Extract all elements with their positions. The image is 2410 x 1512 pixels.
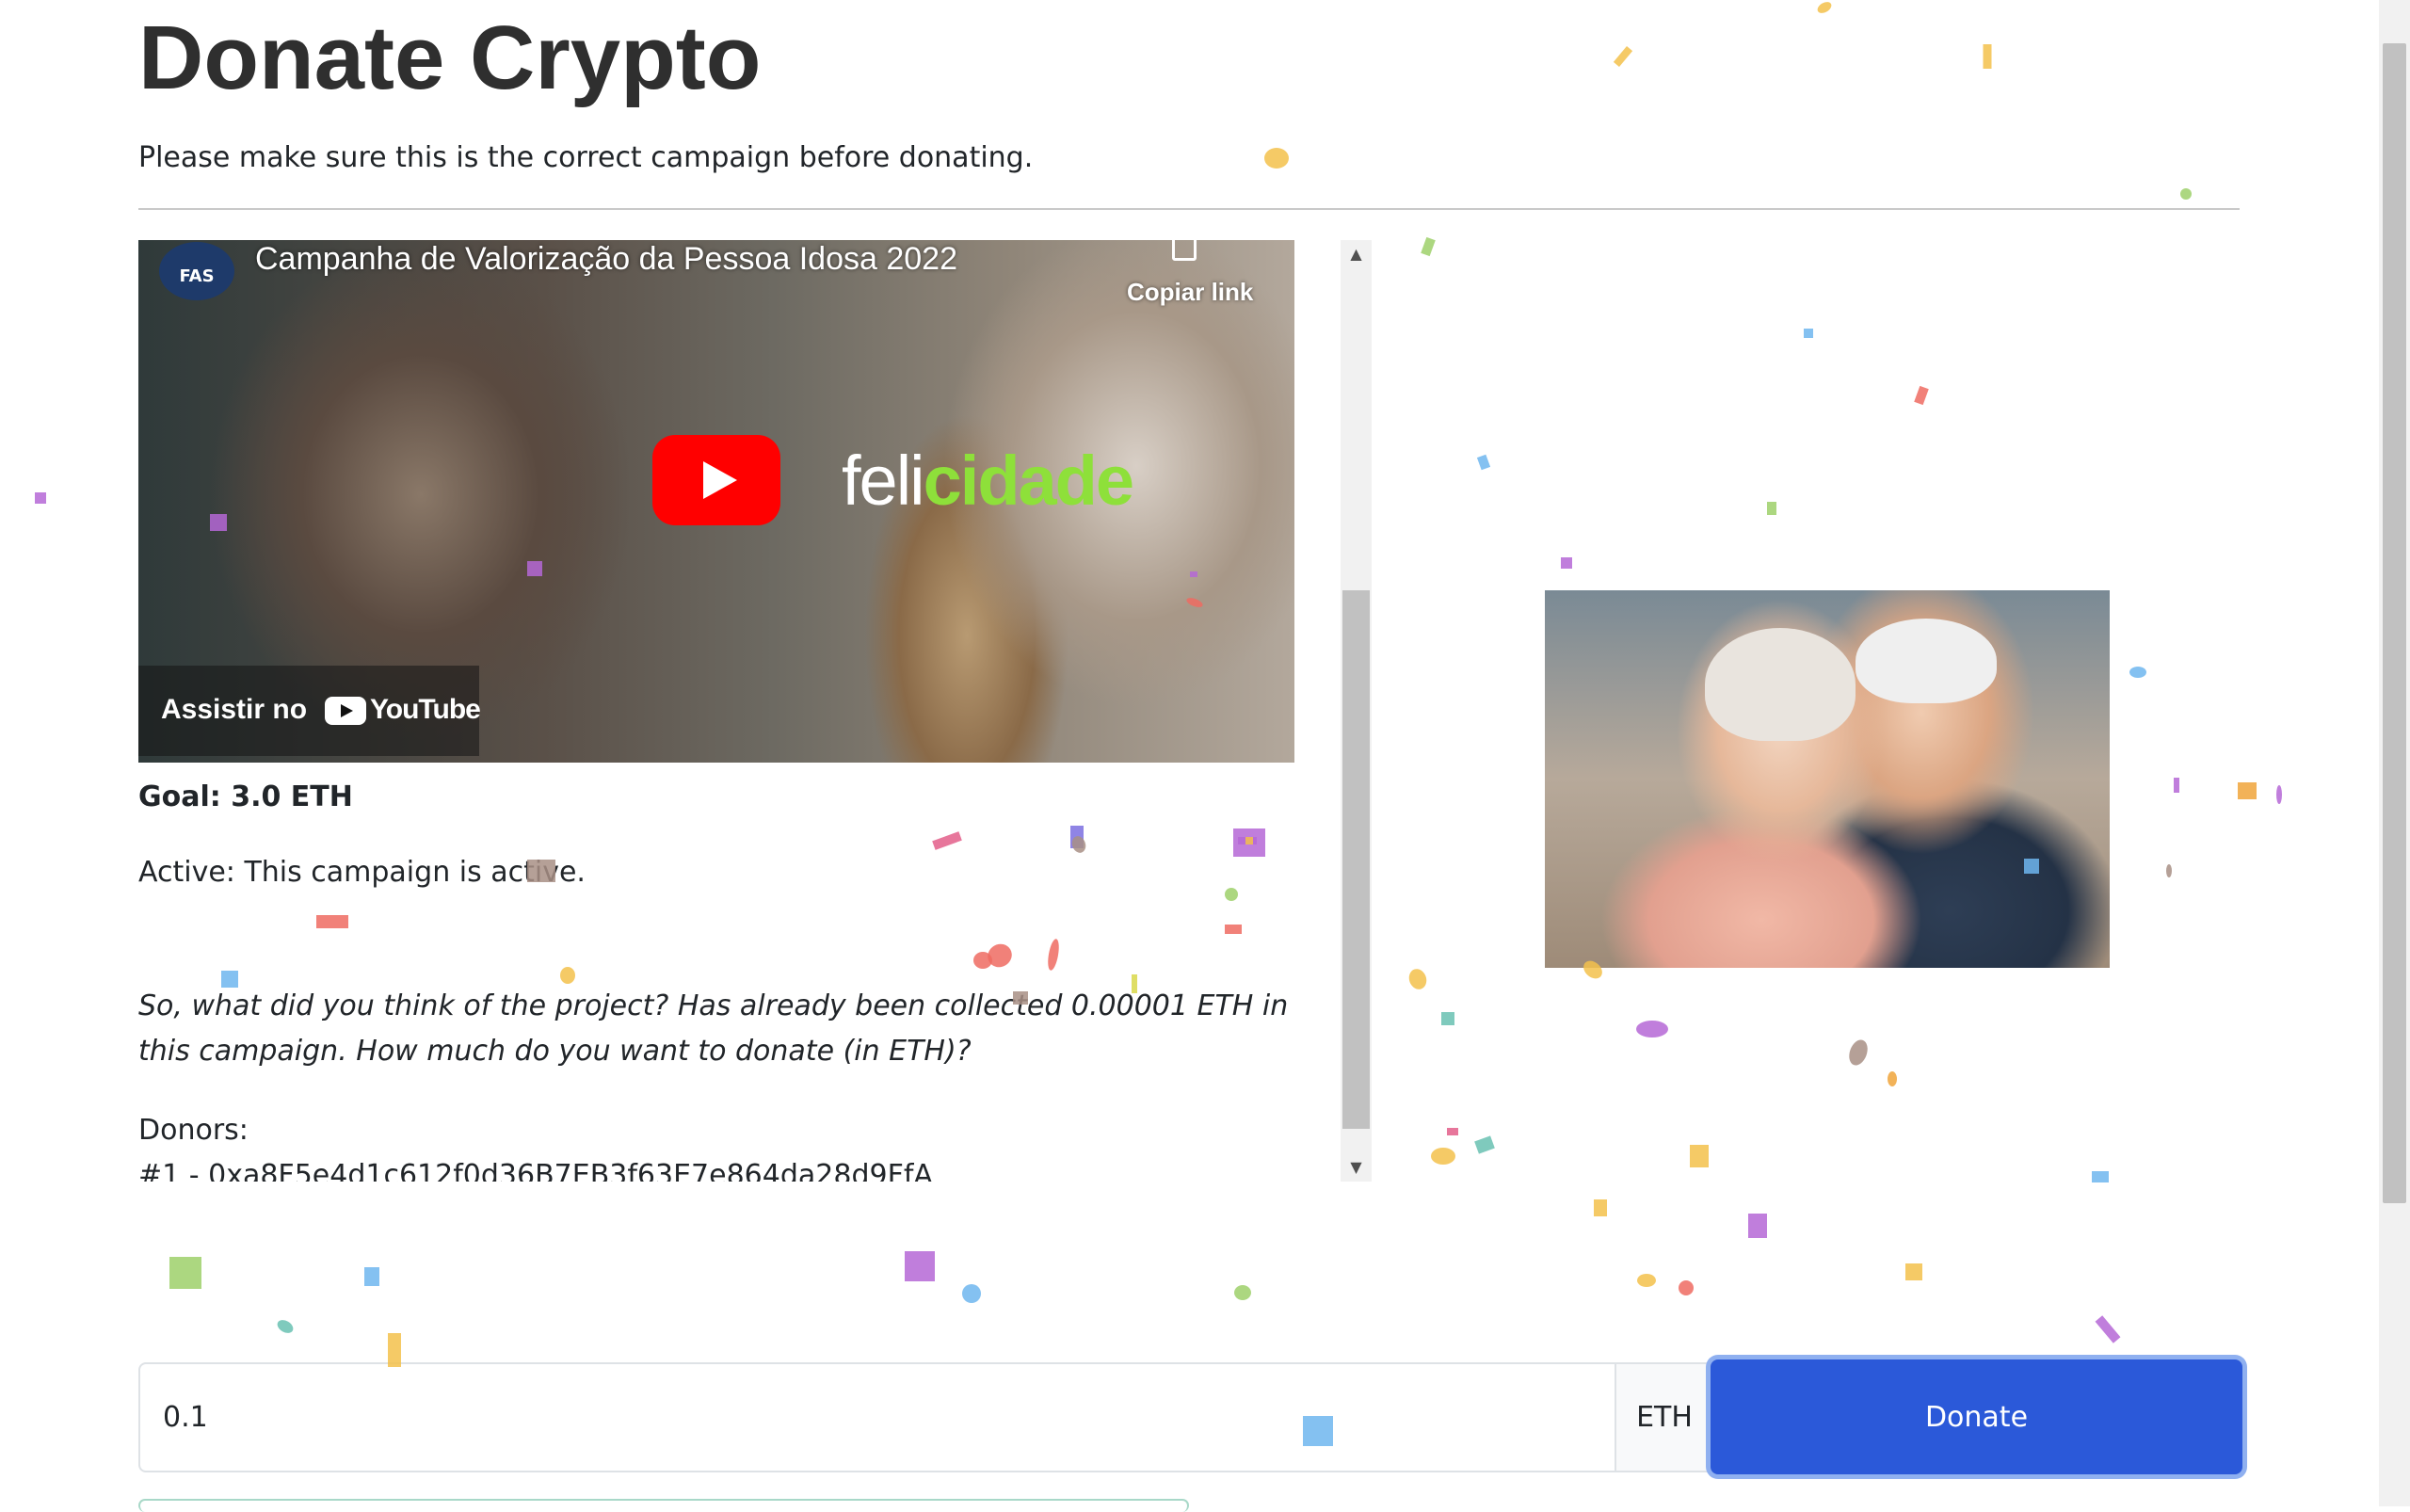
- confetti-piece: [1767, 502, 1776, 515]
- donation-amount-group: ETH: [138, 1362, 1773, 1472]
- pane-scrollbar-thumb[interactable]: [1342, 590, 1370, 1129]
- divider: [138, 208, 2240, 210]
- watch-on-label[interactable]: Assistir no: [161, 694, 307, 726]
- confetti-piece: [2129, 667, 2146, 678]
- youtube-wordmark[interactable]: YouTube: [370, 694, 481, 726]
- page-scrollbar-thumb[interactable]: [2383, 43, 2406, 1203]
- confetti-piece: [1594, 1199, 1607, 1216]
- channel-logo[interactable]: FAS: [159, 242, 234, 300]
- video-overlay-text-part2: cidade: [923, 442, 1134, 520]
- confetti-piece: [2238, 782, 2257, 799]
- confetti-piece: [1408, 969, 1427, 989]
- confetti-piece: [1690, 1145, 1709, 1167]
- confetti-piece: [1888, 1071, 1897, 1086]
- confetti-piece: [1421, 236, 1436, 257]
- confetti-piece: [1613, 46, 1633, 67]
- confetti-piece: [1817, 2, 1832, 13]
- confetti-piece: [2276, 785, 2282, 804]
- confetti-piece: [1561, 557, 1572, 569]
- confetti-piece: [1679, 1280, 1694, 1295]
- confetti-piece: [2174, 778, 2179, 793]
- confetti-piece: [2092, 1171, 2109, 1182]
- confetti-piece: [1234, 1285, 1251, 1300]
- partial-alert-box: [138, 1499, 1189, 1512]
- confetti-piece: [2180, 188, 2192, 200]
- confetti-piece: [2095, 1315, 2121, 1343]
- photo-detail: [1856, 619, 1997, 703]
- confetti-piece: [1431, 1148, 1455, 1165]
- youtube-play-icon[interactable]: [325, 697, 366, 725]
- page-scrollbar[interactable]: [2379, 0, 2410, 1506]
- campaign-status: Active: This campaign is active.: [138, 856, 586, 889]
- confetti-piece: [1636, 1021, 1668, 1037]
- youtube-video-embed[interactable]: FAS Campanha de Valorização da Pessoa Id…: [138, 240, 1294, 763]
- confetti-piece: [364, 1267, 379, 1286]
- confetti-piece: [1804, 329, 1813, 338]
- confetti-piece: [1983, 44, 1992, 69]
- pane-scrollbar[interactable]: ▲ ▼: [1341, 240, 1372, 1182]
- campaign-photo: [1545, 590, 2110, 968]
- donation-prompt: So, what did you think of the project? H…: [138, 989, 1289, 1068]
- confetti-piece: [1637, 1274, 1656, 1287]
- confetti-piece: [1474, 1135, 1495, 1154]
- confetti-piece: [1748, 1214, 1767, 1238]
- confetti-piece: [35, 492, 46, 504]
- donors-label: Donors:: [138, 1114, 249, 1147]
- scroll-down-arrow-icon[interactable]: ▼: [1341, 1153, 1372, 1182]
- confetti-piece: [2166, 864, 2172, 877]
- video-overlay-text-part1: feli: [842, 442, 925, 520]
- play-button[interactable]: [652, 435, 780, 525]
- page-title: Donate Crypto: [138, 8, 762, 108]
- campaign-details-pane[interactable]: FAS Campanha de Valorização da Pessoa Id…: [138, 240, 1373, 1182]
- confetti-piece: [277, 1320, 294, 1333]
- confetti-piece: [1476, 454, 1491, 471]
- video-title[interactable]: Campanha de Valorização da Pessoa Idosa …: [255, 240, 957, 278]
- confetti-piece: [962, 1284, 981, 1303]
- photo-detail: [1705, 628, 1856, 741]
- video-overlay-text: felicidade: [842, 436, 1134, 526]
- copy-link-button[interactable]: Copiar link: [1127, 278, 1253, 307]
- confetti-piece: [1264, 148, 1289, 169]
- confetti-piece: [1441, 1012, 1454, 1025]
- campaign-goal: Goal: 3.0 ETH: [138, 780, 353, 813]
- donate-button[interactable]: Donate: [1711, 1359, 2242, 1474]
- confetti-piece: [905, 1251, 935, 1281]
- confetti-piece: [1849, 1039, 1868, 1066]
- page-subtitle: Please make sure this is the correct cam…: [138, 141, 1034, 174]
- confetti-piece: [1914, 385, 1929, 406]
- scroll-up-arrow-icon[interactable]: ▲: [1341, 240, 1372, 268]
- currency-addon: ETH: [1615, 1364, 1712, 1471]
- donation-amount-input[interactable]: [140, 1364, 1615, 1471]
- confetti-piece: [1447, 1128, 1458, 1135]
- confetti-piece: [169, 1257, 201, 1289]
- copy-link-icon[interactable]: [1172, 240, 1197, 261]
- donor-list-item: #1 - 0xa8F5e4d1c612f0d36B7EB3f63E7e864da…: [138, 1159, 933, 1182]
- confetti-piece: [1905, 1263, 1922, 1280]
